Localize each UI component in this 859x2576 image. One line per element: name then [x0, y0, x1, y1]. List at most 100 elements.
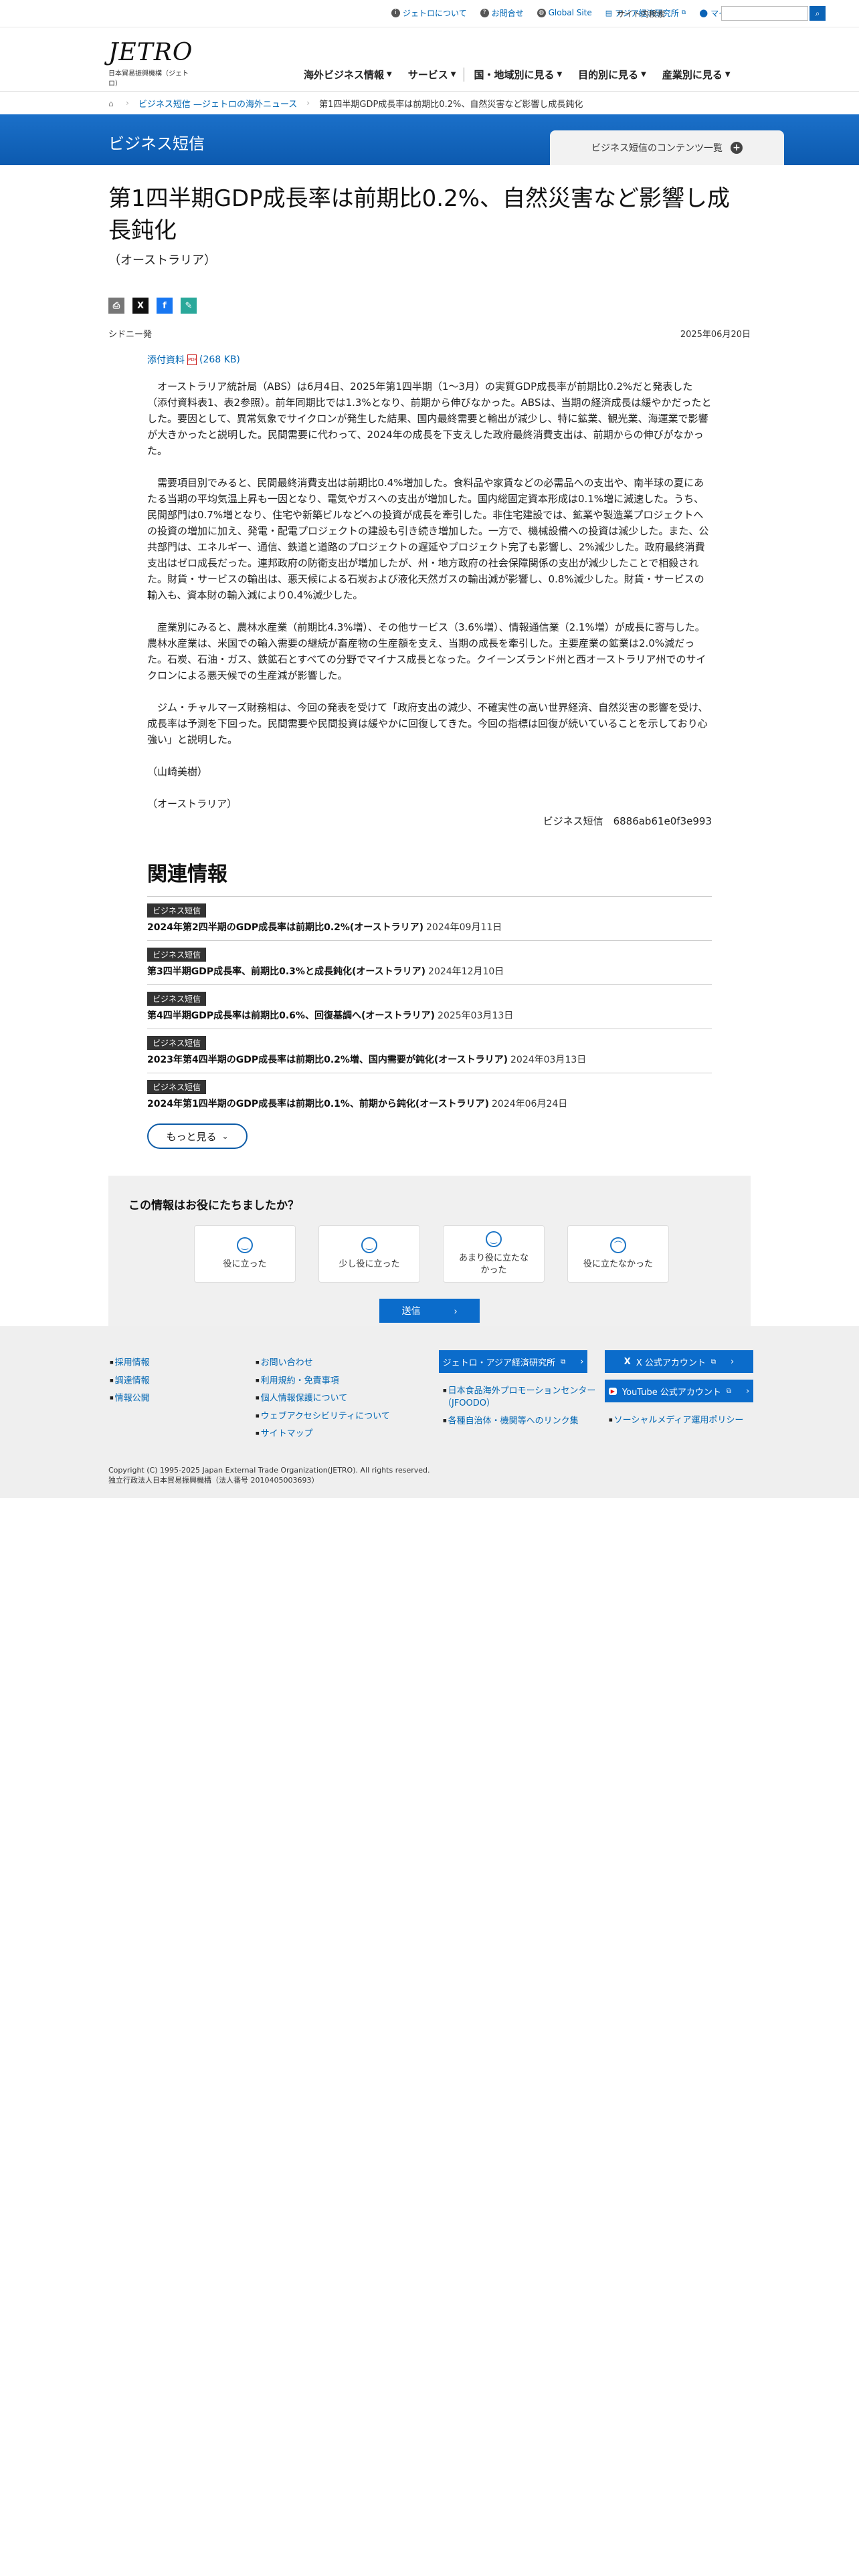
utility-links: i ジェトロについて ? お問合せ ◍ Global Site ▤ アジア経済研究所 ⧉ … [391, 7, 751, 19]
nav-by-industry[interactable]: 産業別に見る ▼ [654, 68, 739, 82]
footer-link[interactable]: ソーシャルメディア運用ポリシー [609, 1412, 744, 1430]
article: 第1四半期GDP成長率は前期比0.2%、自然災害など影響し成長鈍化 （オーストラ… [0, 183, 751, 1149]
feedback-option-somewhat-helpful[interactable]: ‿ 少し役に立った [318, 1225, 420, 1283]
youtube-account-button[interactable]: ▶ YouTube 公式アカウント ⧉ › [605, 1380, 753, 1402]
article-paragraph: ジム・チャルマーズ財務相は、今回の発表を受けて「政府支出の減少、不確実性の高い世… [147, 702, 708, 746]
footer-link[interactable]: 日本食品海外プロモーションセンター（JFOODO） [443, 1385, 597, 1410]
article-paragraph: 産業別にみると、農林水産業（前期比4.3%増）、その他サービス（3.6%増）、情… [147, 621, 706, 681]
breadcrumb: ⌂ › ビジネス短信 —ジェトロの海外ニュース › 第1四半期GDP成長率は前期… [0, 92, 859, 114]
nav-overseas-business[interactable]: 海外ビジネス情報 ▼ [296, 68, 400, 82]
facebook-share-icon[interactable]: f [157, 298, 173, 314]
utility-bar: i ジェトロについて ? お問合せ ◍ Global Site ▤ アジア経済研究所 ⧉ … [0, 0, 859, 27]
related-date: 2024年03月13日 [510, 1055, 587, 1065]
user-icon: ● [699, 7, 708, 19]
search-input[interactable] [721, 6, 808, 21]
related-title[interactable]: 2023年第4四半期のGDP成長率は前期比0.2%増、国内需要が鈍化(オーストラ… [147, 1055, 508, 1065]
attachment-link[interactable]: 添付資料 PDF (268 KB) [147, 353, 751, 366]
footer-link[interactable]: 各種自治体・機関等へのリンク集 [443, 1415, 597, 1428]
copyright: Copyright (C) 1995-2025 Japan External T… [108, 1466, 430, 1485]
footer-link[interactable]: 採用情報 [110, 1354, 150, 1372]
feedback-panel: この情報はお役にたちましたか？ ‿ 役に立った ‿ 少し役に立った ‿ あまり役に立た… [108, 1176, 751, 1336]
article-meta: シドニー発 2025年06月20日 [108, 327, 751, 340]
related-item[interactable]: ビジネス短信 2024年第2四半期のGDP成長率は前期比0.2%(オーストラリア… [147, 896, 712, 940]
chevron-right-icon: › [746, 1386, 750, 1396]
x-share-icon[interactable]: X [132, 298, 149, 314]
contents-list-tab[interactable]: ビジネス短信のコンテンツ一覧 + [550, 130, 784, 165]
x-account-button[interactable]: X X 公式アカウント ⧉ › [605, 1350, 753, 1373]
article-country: （オーストラリア） [108, 253, 217, 267]
smile-icon: ‿ [361, 1237, 377, 1253]
related-info: 関連情報 ビジネス短信 2024年第2四半期のGDP成長率は前期比0.2%(オー… [147, 857, 712, 1149]
feedback-send-button[interactable]: 送信 › [379, 1299, 480, 1323]
chevron-down-icon: ⌄ [221, 1132, 229, 1141]
feedback-options: ‿ 役に立った ‿ 少し役に立った ‿ あまり役に立たなかった ⌒ 役に立たなかった [194, 1225, 669, 1283]
show-more-button[interactable]: もっと見る ⌄ [147, 1123, 248, 1149]
caret-down-icon: ▼ [450, 71, 456, 78]
related-item[interactable]: ビジネス短信 2023年第4四半期のGDP成長率は前期比0.2%増、国内需要が鈍… [147, 1029, 712, 1073]
plus-icon: + [731, 142, 743, 154]
info-icon: i [391, 8, 400, 17]
site-footer: 採用情報 調達情報 情報公開 お問い合わせ 利用規約・免責事項 個人情報保護につ… [0, 1326, 859, 1498]
nav-by-region[interactable]: 国・地域別に見る ▼ [464, 68, 570, 82]
footer-link[interactable]: お問い合わせ [256, 1354, 390, 1372]
breadcrumb-business-news[interactable]: ビジネス短信 —ジェトロの海外ニュース [138, 97, 297, 110]
global-site-link[interactable]: ◍ Global Site [537, 7, 592, 19]
feedback-option-helpful[interactable]: ‿ 役に立った [194, 1225, 296, 1283]
related-title[interactable]: 2024年第1四半期のGDP成長率は前期比0.1%、前期から鈍化(オーストラリア… [147, 1099, 489, 1109]
section-title: ビジネス短信 [108, 134, 205, 153]
jetro-logo[interactable]: JETRO 日本貿易振興機構（ジェトロ） [108, 39, 192, 88]
related-date: 2024年09月11日 [426, 922, 502, 933]
section-band: ビジネス短信 ビジネス短信のコンテンツ一覧 + [0, 114, 859, 165]
about-link[interactable]: i ジェトロについて [391, 7, 467, 19]
nav-by-purpose[interactable]: 目的別に見る ▼ [570, 68, 654, 82]
footer-col-2: お問い合わせ 利用規約・免責事項 個人情報保護について ウェブアクセシビリティに… [256, 1354, 390, 1443]
category-badge: ビジネス短信 [147, 1080, 207, 1094]
feedback-question: この情報はお役にたちましたか？ [128, 1199, 299, 1212]
ide-button[interactable]: ジェトロ・アジア経済研究所 ⧉ › [439, 1350, 587, 1373]
external-link-icon: ⧉ [681, 9, 686, 16]
search-button[interactable]: ⌕ [809, 6, 826, 21]
external-link-icon: ⧉ [726, 1387, 732, 1395]
contact-link[interactable]: ? お問合せ [480, 7, 524, 19]
related-item[interactable]: ビジネス短信 2024年第1四半期のGDP成長率は前期比0.1%、前期から鈍化(… [147, 1073, 712, 1117]
related-heading: 関連情報 [147, 863, 227, 886]
related-date: 2025年03月13日 [438, 1010, 514, 1021]
youtube-logo-icon: ▶ [608, 1387, 617, 1395]
caret-down-icon: ▼ [557, 71, 563, 78]
category-badge: ビジネス短信 [147, 1036, 207, 1050]
article-date: 2025年06月20日 [680, 330, 751, 340]
feedback-option-not-very-helpful[interactable]: ‿ あまり役に立たなかった [443, 1225, 545, 1283]
article-paragraph: 需要項目別でみると、民間最終消費支出は前期比0.4%増加した。食料品や家賃などの… [147, 477, 709, 601]
category-badge: ビジネス短信 [147, 903, 207, 918]
footer-col-1: 採用情報 調達情報 情報公開 [110, 1354, 150, 1408]
chevron-right-icon: › [306, 98, 310, 108]
print-icon[interactable]: ⎙ [108, 298, 124, 314]
dateline: シドニー発 [108, 330, 153, 340]
related-item[interactable]: ビジネス短信 第4四半期GDP成長率は前期比0.6%、回復基調へ(オーストラリア… [147, 984, 712, 1029]
related-title[interactable]: 第3四半期GDP成長率、前期比0.3%と成長鈍化(オーストラリア) [147, 966, 425, 977]
caret-down-icon: ▼ [641, 71, 646, 78]
footer-link[interactable]: 個人情報保護について [256, 1390, 390, 1408]
footer-link[interactable]: 調達情報 [110, 1372, 150, 1390]
external-link-icon: ⧉ [561, 1358, 566, 1366]
footer-link[interactable]: ウェブアクセシビリティについて [256, 1408, 390, 1426]
article-paragraph: オーストラリア統計局（ABS）は6月4日、2025年第1四半期（1～3月）の実質… [147, 381, 712, 457]
external-link-icon: ⧉ [710, 1358, 716, 1366]
question-icon: ? [480, 8, 489, 17]
globe-icon: ◍ [537, 8, 546, 17]
x-logo-icon: X [624, 1356, 631, 1367]
feedback-option-not-helpful[interactable]: ⌒ 役に立たなかった [567, 1225, 669, 1283]
related-title[interactable]: 第4四半期GDP成長率は前期比0.6%、回復基調へ(オーストラリア) [147, 1010, 435, 1021]
note-share-icon[interactable]: ✎ [181, 298, 197, 314]
related-item[interactable]: ビジネス短信 第3四半期GDP成長率、前期比0.3%と成長鈍化(オーストラリア)… [147, 940, 712, 984]
caret-down-icon: ▼ [725, 71, 731, 78]
footer-col-4: ソーシャルメディア運用ポリシー [609, 1412, 744, 1430]
chevron-right-icon: › [454, 1305, 458, 1316]
nav-services[interactable]: サービス ▼ [400, 68, 464, 82]
home-icon[interactable]: ⌂ [108, 99, 116, 108]
article-body: オーストラリア統計局（ABS）は6月4日、2025年第1四半期（1～3月）の実質… [147, 379, 712, 829]
related-title[interactable]: 2024年第2四半期のGDP成長率は前期比0.2%(オーストラリア) [147, 922, 423, 933]
footer-link[interactable]: 利用規約・免責事項 [256, 1372, 390, 1390]
footer-link[interactable]: サイトマップ [256, 1425, 390, 1443]
footer-link[interactable]: 情報公開 [110, 1390, 150, 1408]
